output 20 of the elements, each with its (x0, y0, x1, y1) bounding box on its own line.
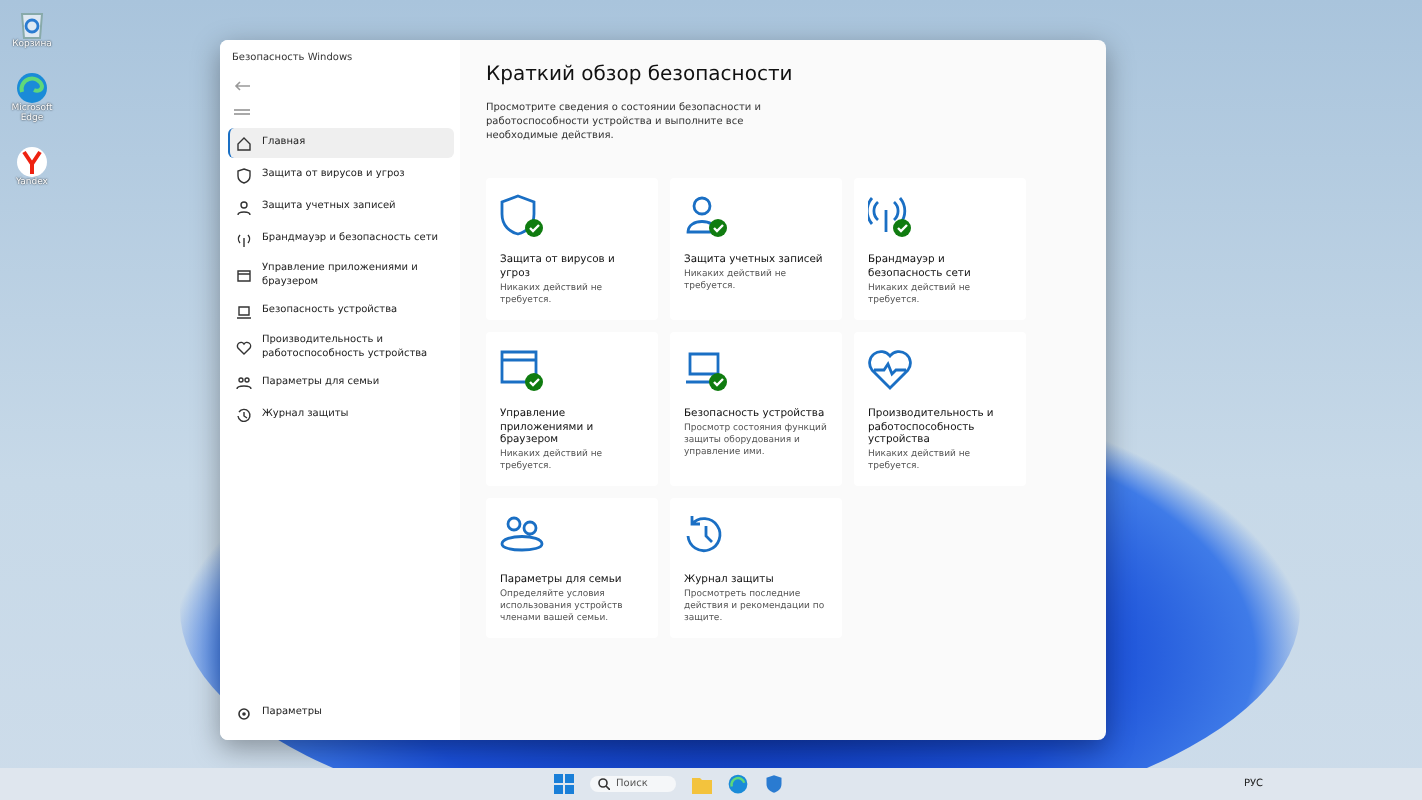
recycle-bin-icon[interactable] (17, 8, 46, 40)
letter-y-icon[interactable] (16, 145, 48, 178)
shield-icon (236, 167, 252, 183)
page-heading: Краткий обзор безопасности (486, 64, 795, 86)
family-icon (236, 375, 252, 391)
shield-icon[interactable] (763, 774, 784, 794)
history-icon (236, 407, 252, 423)
browser-icon (236, 267, 252, 283)
browser-swirl-icon[interactable] (16, 71, 48, 104)
settings-icon (236, 705, 252, 721)
laptop-icon (236, 303, 252, 319)
heart-icon (236, 339, 252, 355)
person-icon (236, 199, 252, 215)
start-icon[interactable] (554, 774, 574, 794)
home-icon (236, 135, 252, 151)
menu-icon[interactable] (234, 108, 250, 116)
wifi-icon (236, 231, 252, 247)
search-icon (598, 778, 610, 790)
browser-swirl-icon[interactable] (727, 774, 748, 794)
back-arrow-icon[interactable] (234, 80, 250, 92)
